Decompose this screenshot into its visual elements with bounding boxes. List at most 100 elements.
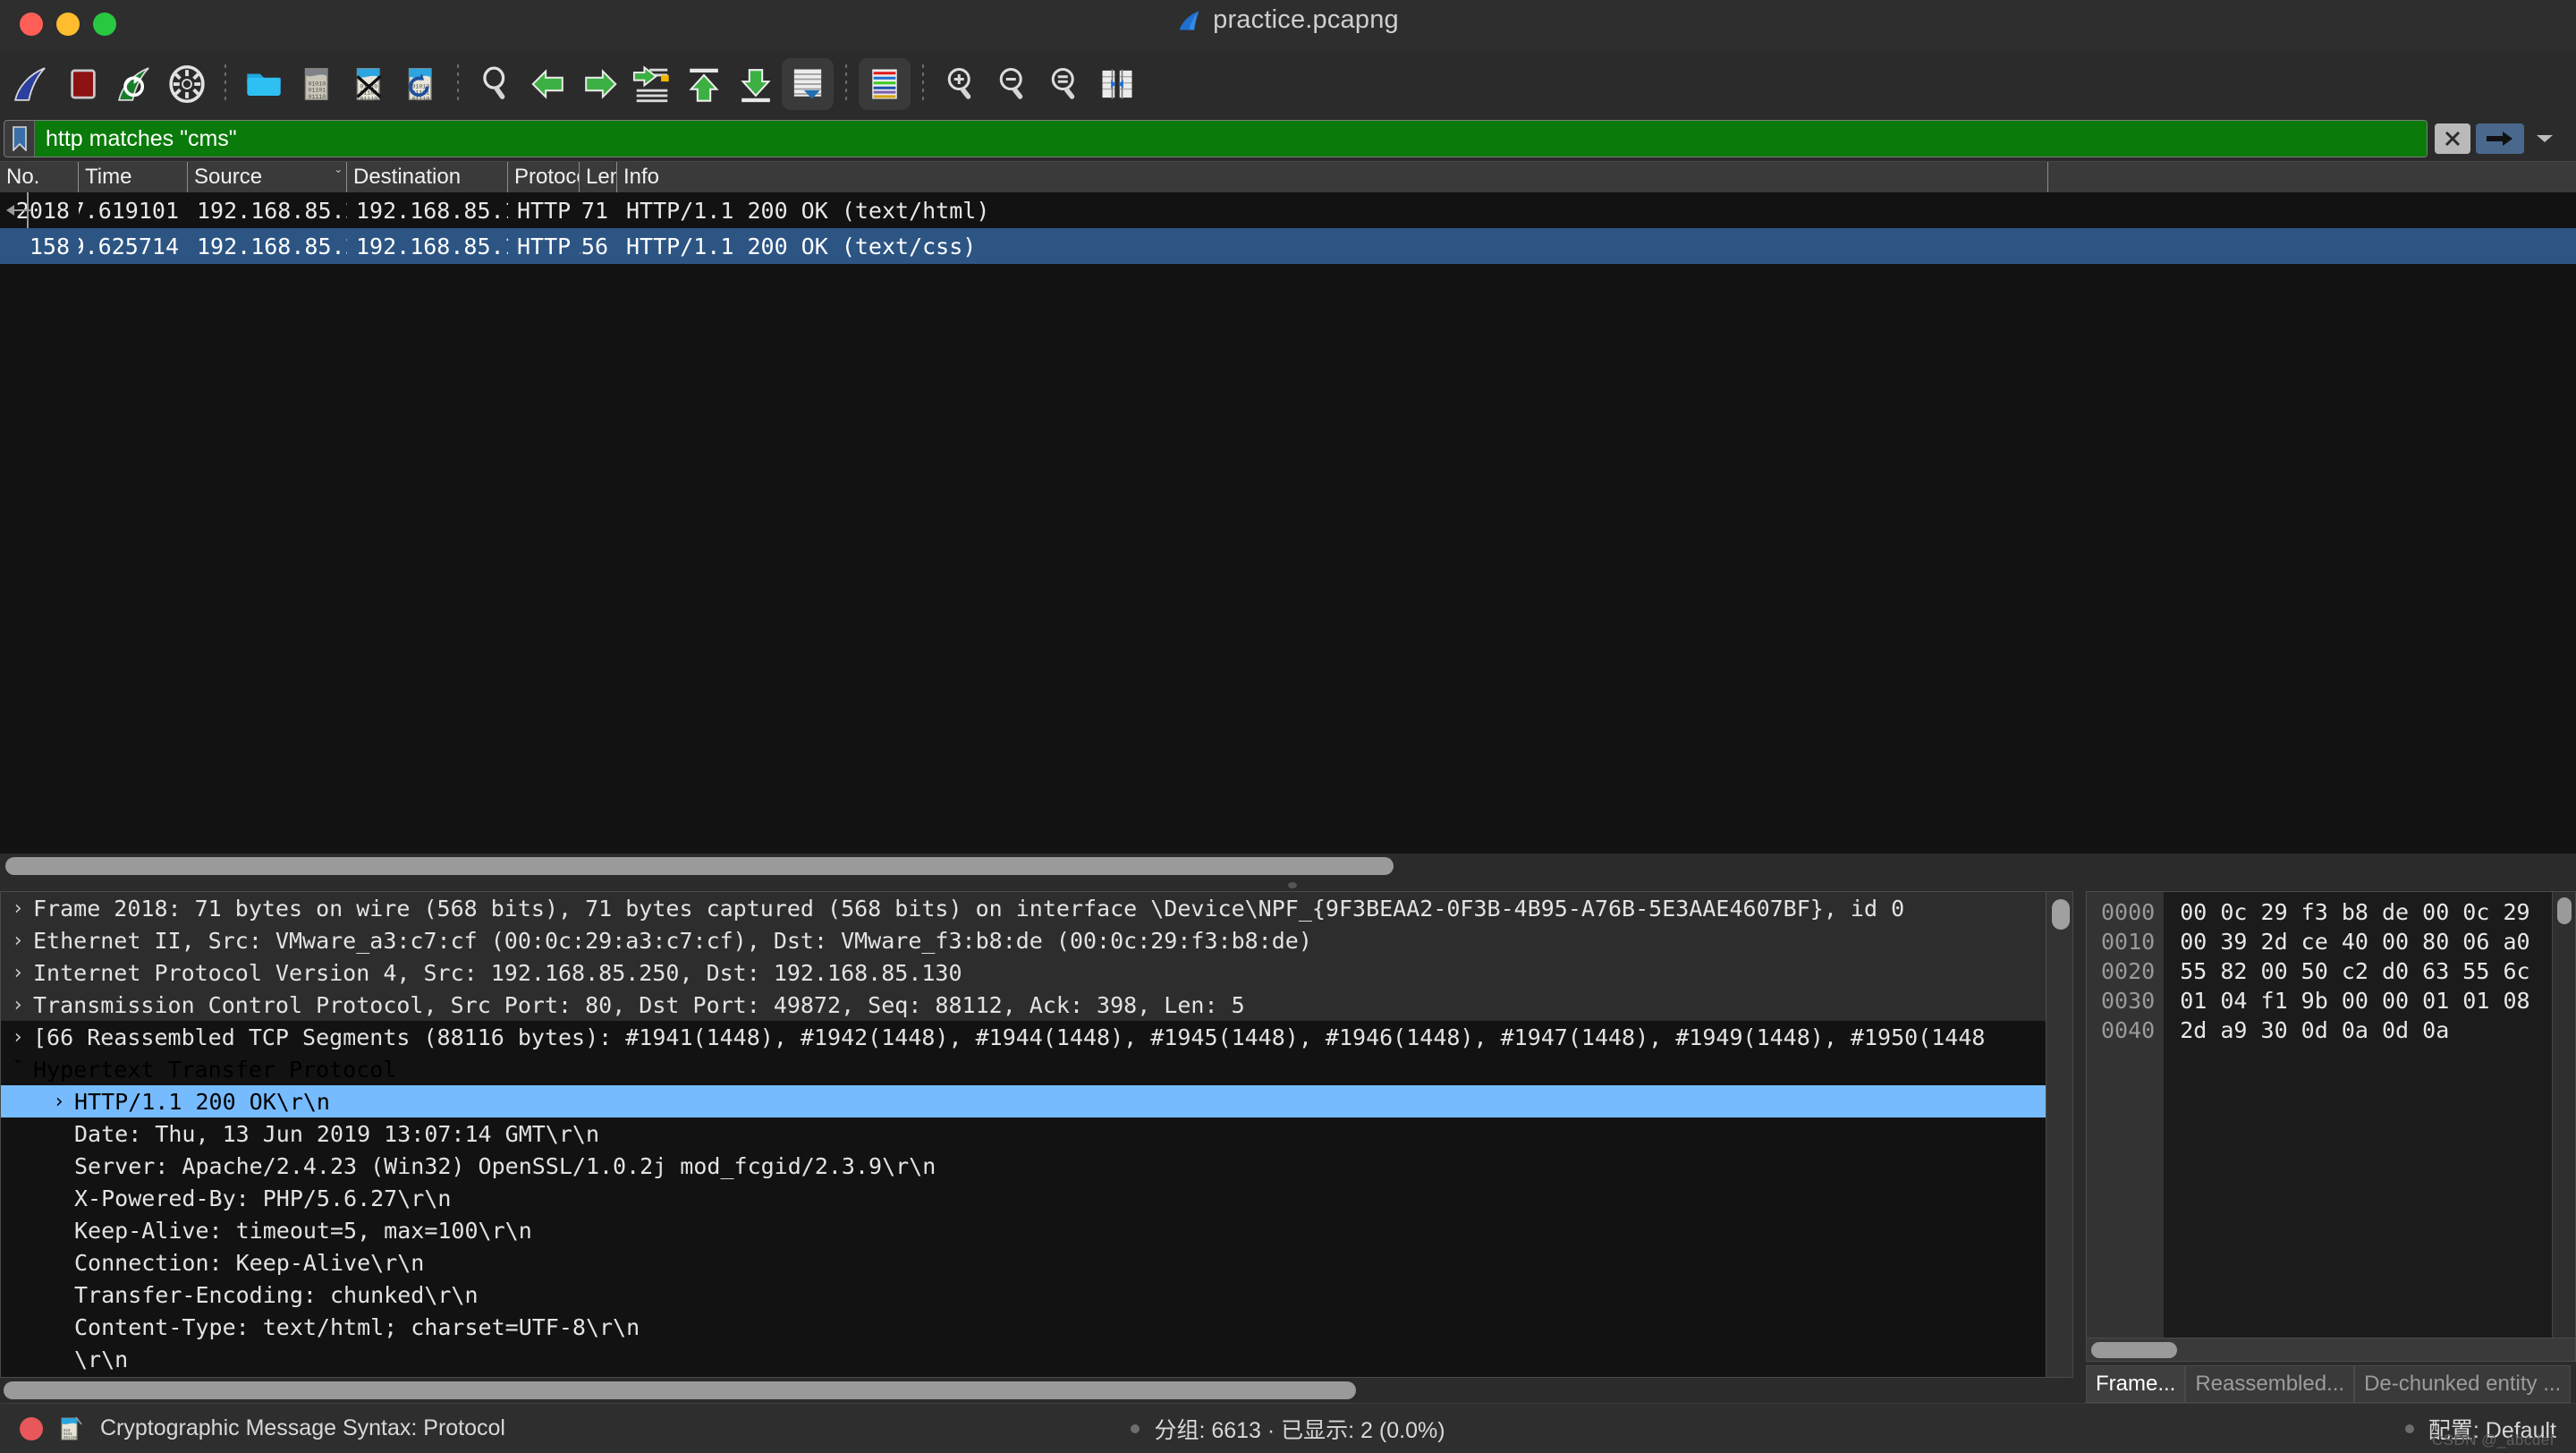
hex-byte-row[interactable]: 01 04 f1 9b 00 00 01 01 08 [2180, 986, 2552, 1015]
colorize-button[interactable] [859, 58, 911, 110]
detail-tree-item[interactable]: Connection: Keep-Alive\r\n [1, 1246, 2046, 1279]
packet-detail-vscroll-thumb[interactable] [2052, 899, 2070, 930]
find-packet-button[interactable] [470, 58, 522, 110]
detail-tree-label: \r\n [74, 1346, 129, 1372]
packet-bytes-hscroll-track[interactable] [2091, 1341, 2571, 1358]
detail-tree-item[interactable]: Date: Thu, 13 Jun 2019 13:07:14 GMT\r\n [1, 1117, 2046, 1150]
table-row[interactable]: 158 19.625714 192.168.85.250 192.168.85.130… [0, 228, 2576, 264]
display-filter-field[interactable]: http matches "cms" [4, 120, 2428, 157]
hex-byte-row[interactable]: 00 39 2d ce 40 00 80 06 a0 [2180, 927, 2552, 956]
detail-tree-item[interactable]: › [66 Reassembled TCP Segments (88116 byt… [1, 1021, 2046, 1053]
column-header-destination[interactable]: Destination [347, 162, 508, 192]
detail-tree-item[interactable]: ˇ Hypertext Transfer Protocol [1, 1053, 2046, 1085]
zoom-out-button[interactable] [987, 58, 1039, 110]
clear-filter-button[interactable] [2435, 123, 2470, 154]
filter-history-dropdown[interactable] [2529, 123, 2560, 154]
packet-detail-hscrollbar[interactable] [0, 1378, 2073, 1403]
go-first-packet-button[interactable] [678, 58, 730, 110]
column-header-length[interactable]: Length [580, 162, 617, 192]
packet-list-pane[interactable]: No. Time Source ˇ Destination Protocol Length I… [0, 161, 2576, 854]
save-file-button[interactable]: 01010 01101 01110 [290, 58, 342, 110]
column-header-time[interactable]: Time [79, 162, 188, 192]
chevron-right-icon[interactable]: › [6, 962, 30, 984]
packet-list-rows[interactable]: 2018197.619101192.168.85.250192.168.85.1… [0, 192, 2576, 264]
column-header-source[interactable]: Source ˇ [188, 162, 347, 192]
capture-file-icon[interactable]: 0100101001100 [59, 1415, 84, 1443]
packet-detail-tree[interactable]: › Frame 2018: 71 bytes on wire (568 bits)… [1, 892, 2046, 1377]
bytes-tab-0[interactable]: Frame... [2086, 1365, 2186, 1403]
detail-tree-label: Connection: Keep-Alive\r\n [74, 1249, 425, 1276]
packet-bytes-vscroll-thumb[interactable] [2557, 897, 2572, 924]
detail-tree-item[interactable]: X-Powered-By: PHP/5.6.27\r\n [1, 1182, 2046, 1214]
hex-byte-row[interactable]: 00 0c 29 f3 b8 de 00 0c 29 [2180, 897, 2552, 927]
packet-bytes-hscrollbar[interactable] [2086, 1338, 2576, 1362]
bookmark-icon[interactable] [4, 121, 35, 157]
start-capture-button[interactable] [5, 58, 57, 110]
detail-tree-item[interactable]: ›[HTTP response 1/1] [1, 1375, 2046, 1377]
auto-scroll-button[interactable] [782, 58, 834, 110]
packet-list-hscroll-thumb[interactable] [5, 857, 1394, 875]
packet-bytes-box[interactable]: 0000 0010 0020 0030 0040 00 0c 29 f3 b8 de 0… [2086, 891, 2576, 1338]
open-file-button[interactable] [238, 58, 290, 110]
display-filter-input[interactable]: http matches "cms" [35, 121, 2427, 157]
bytes-tab-2[interactable]: De-chunked entity ... [2354, 1365, 2572, 1403]
packet-bytes-tabs[interactable]: Frame... Reassembled... De-chunked entity … [2086, 1365, 2576, 1403]
go-last-packet-button[interactable] [730, 58, 782, 110]
zoom-in-button[interactable] [936, 58, 987, 110]
chevron-down-icon[interactable]: ˇ [6, 1058, 30, 1081]
reload-file-button[interactable]: 01010 01101 01110 [394, 58, 445, 110]
chevron-right-icon[interactable]: › [6, 930, 30, 952]
detail-tree-label: X-Powered-By: PHP/5.6.27\r\n [74, 1185, 452, 1211]
detail-tree-item[interactable]: › Ethernet II, Src: VMware_a3:c7:cf (00:0… [1, 924, 2046, 956]
stop-capture-button[interactable] [57, 58, 109, 110]
capture-options-button[interactable] [161, 58, 213, 110]
column-header-info[interactable]: Info [617, 162, 2048, 192]
detail-tree-item[interactable]: › HTTP/1.1 200 OK\r\n [1, 1085, 2046, 1117]
packet-detail-scroll[interactable]: › Frame 2018: 71 bytes on wire (568 bits)… [1, 892, 2046, 1377]
add-filter-button[interactable]: + [2565, 119, 2576, 158]
detail-tree-item[interactable]: \r\n [1, 1343, 2046, 1375]
packet-bytes-hscroll-thumb[interactable] [2091, 1341, 2177, 1358]
packet-detail-hscroll-thumb[interactable] [4, 1381, 1356, 1399]
chevron-right-icon[interactable]: › [6, 1026, 30, 1049]
go-forward-button[interactable] [574, 58, 626, 110]
hex-bytes-column[interactable]: 00 0c 29 f3 b8 de 00 0c 29 00 39 2d ce 40… [2164, 892, 2552, 1338]
hex-byte-row[interactable]: 2d a9 30 0d 0a 0d 0a [2180, 1015, 2552, 1045]
packet-detail-pane[interactable]: › Frame 2018: 71 bytes on wire (568 bits)… [0, 891, 2073, 1403]
column-header-no[interactable]: No. [0, 162, 79, 192]
packet-list-hscroll-track[interactable] [5, 857, 2571, 875]
packet-bytes-vscrollbar[interactable] [2552, 892, 2575, 1338]
expert-info-red-dot-icon[interactable] [20, 1416, 43, 1440]
table-row[interactable]: 2018197.619101192.168.85.250192.168.85.1… [0, 192, 2576, 228]
packet-list-hscrollbar[interactable] [0, 854, 2576, 879]
hex-byte-row[interactable]: 55 82 00 50 c2 d0 63 55 6c [2180, 956, 2552, 986]
column-header-protocol[interactable]: Protocol [508, 162, 580, 192]
detail-tree-item[interactable]: › Frame 2018: 71 bytes on wire (568 bits)… [1, 892, 2046, 924]
apply-filter-button[interactable] [2476, 123, 2524, 154]
pane-splitter[interactable] [0, 879, 2576, 891]
cell-source: 192.168.85.250 [197, 233, 347, 259]
chevron-right-icon[interactable]: › [47, 1091, 71, 1113]
chevron-right-icon[interactable]: › [6, 897, 30, 920]
detail-tree-item[interactable]: Server: Apache/2.4.23 (Win32) OpenSSL/1.… [1, 1150, 2046, 1182]
detail-tree-item[interactable]: Transfer-Encoding: chunked\r\n [1, 1279, 2046, 1311]
packet-bytes-pane[interactable]: 0000 0010 0020 0030 0040 00 0c 29 f3 b8 de 0… [2086, 891, 2576, 1403]
bytes-tab-1[interactable]: Reassembled... [2185, 1365, 2355, 1403]
detail-tree-item[interactable]: › Internet Protocol Version 4, Src: 192.1… [1, 956, 2046, 989]
zoom-reset-button[interactable] [1039, 58, 1091, 110]
resize-columns-button[interactable] [1091, 58, 1143, 110]
chevron-right-icon[interactable]: › [6, 994, 30, 1016]
close-file-button[interactable]: 01010 01101 01110 [342, 58, 394, 110]
detail-tree-item[interactable]: Content-Type: text/html; charset=UTF-8\r… [1, 1311, 2046, 1343]
detail-tree-label: Server: Apache/2.4.23 (Win32) OpenSSL/1.… [74, 1152, 936, 1179]
hex-dump[interactable]: 0000 0010 0020 0030 0040 00 0c 29 f3 b8 de 0… [2087, 892, 2552, 1338]
detail-tree-item[interactable]: › Transmission Control Protocol, Src Port… [1, 989, 2046, 1021]
restart-capture-button[interactable] [109, 58, 161, 110]
packet-detail-box[interactable]: › Frame 2018: 71 bytes on wire (568 bits)… [0, 891, 2073, 1378]
go-to-packet-button[interactable] [626, 58, 678, 110]
go-back-button[interactable] [522, 58, 574, 110]
packet-detail-hscroll-track[interactable] [4, 1381, 2070, 1399]
detail-tree-item[interactable]: Keep-Alive: timeout=5, max=100\r\n [1, 1214, 2046, 1246]
packet-detail-vscrollbar[interactable] [2046, 892, 2072, 1377]
document-reload-icon: 010100110101110 [408, 68, 432, 103]
